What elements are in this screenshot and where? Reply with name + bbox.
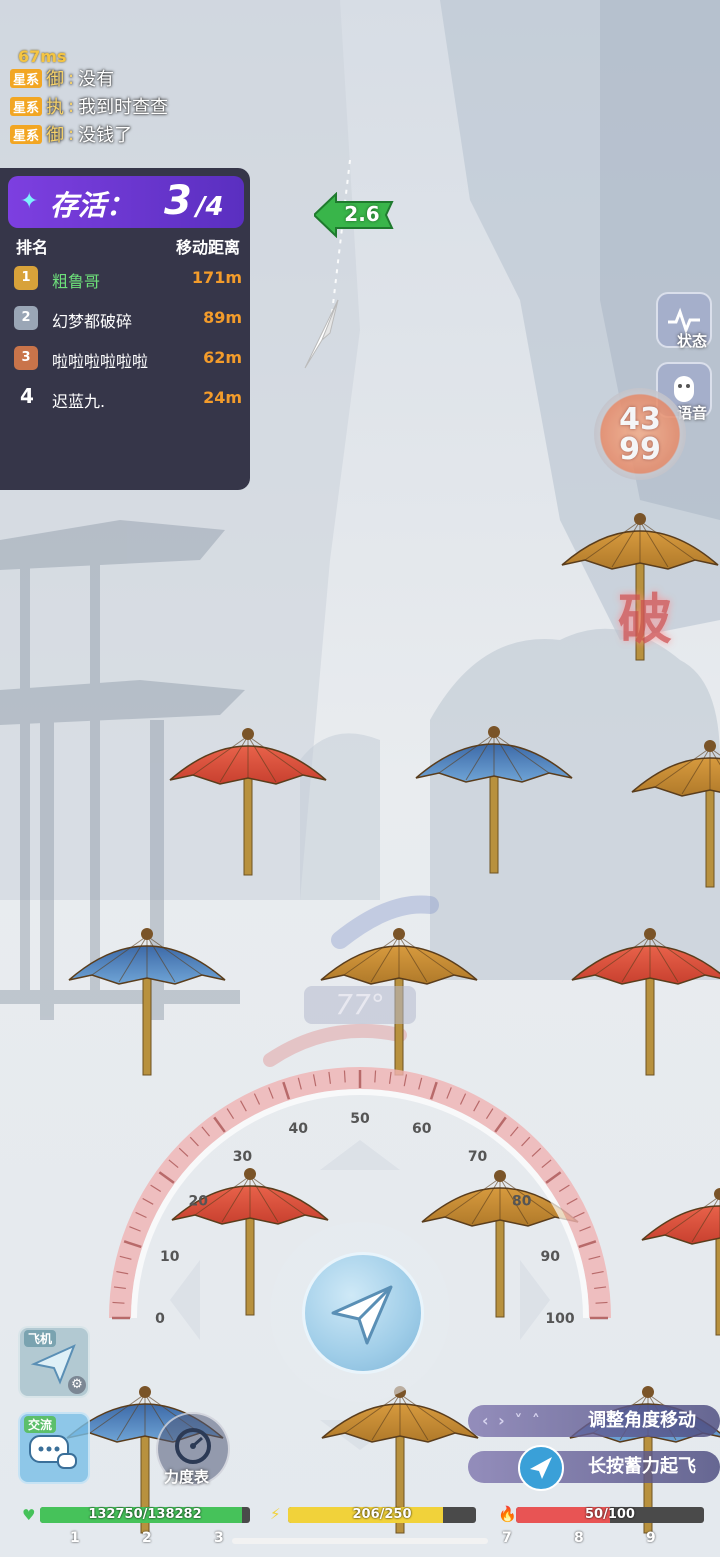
slot-bar: 1 2 3 7 8 9	[0, 1530, 720, 1557]
gauge-tick-label: 60	[412, 1121, 432, 1137]
rank-badge-icon: 1	[14, 266, 38, 290]
channel-tag: 星系	[10, 96, 43, 116]
player-name: 幻梦都破碎	[52, 312, 133, 331]
paper-plane-icon	[331, 1285, 393, 1345]
chat-separator: :	[68, 123, 75, 145]
launch-mini-icon	[518, 1445, 564, 1491]
gauge-tick-label: 80	[512, 1193, 532, 1209]
star-icon: ✦	[20, 189, 39, 214]
gauge-tick-label: 0	[155, 1311, 165, 1327]
player-distance: 89m	[203, 308, 242, 327]
chat-tab-label: 交流	[24, 1416, 57, 1433]
chat-bubble-icon	[29, 1435, 77, 1469]
player-name: 迟蓝九.	[52, 392, 106, 411]
rank-badge-icon: 2	[14, 306, 38, 330]
chat-button[interactable]: 交流	[18, 1412, 90, 1484]
plane-select-button[interactable]: 飞机 ⚙	[18, 1326, 90, 1398]
chat-sender: 执	[46, 97, 65, 118]
chat-message: 星系执: 我到时查查	[10, 94, 168, 118]
hold-hint: 长按蓄力起飞	[468, 1445, 720, 1491]
hp-text: 132750/138282	[88, 1507, 202, 1522]
channel-tag: 星系	[10, 124, 43, 144]
player-distance: 62m	[203, 348, 242, 367]
adjust-hint-text: 调整角度移动	[588, 1410, 696, 1431]
distance-marker-value: 2.6	[344, 202, 380, 226]
gauge-tick-label: 30	[233, 1149, 253, 1165]
home-indicator[interactable]	[232, 1538, 488, 1544]
survival-label: 存活：	[50, 189, 135, 222]
gauge-tick-label: 20	[188, 1193, 208, 1209]
lightning-icon: ⚡	[270, 1505, 281, 1523]
survival-total: /4	[196, 192, 224, 222]
rank-badge-icon: 3	[14, 346, 38, 370]
chat-message: 星系御: 没钱了	[10, 122, 132, 146]
chat-sender: 御	[46, 69, 65, 90]
energy-text: 206/250	[352, 1507, 412, 1522]
survival-header: ✦ 存活： 3 /4	[8, 176, 244, 228]
status-label: 状态	[677, 332, 708, 350]
slot-7[interactable]: 7	[502, 1530, 512, 1546]
direction-arrows-icon: ‹ › ˅ ˄	[482, 1411, 542, 1430]
chat-separator: :	[68, 67, 75, 89]
player-distance: 24m	[203, 388, 242, 407]
countdown-badge: 43 99	[594, 388, 686, 480]
player-name: 啦啦啦啦啦啦	[52, 352, 149, 371]
gauge-tick	[595, 1301, 608, 1304]
gauge-tick-label: 10	[160, 1249, 180, 1265]
col-distance: 移动距离	[175, 238, 240, 257]
rank-row: 2 幻梦都破碎 89m	[0, 298, 250, 338]
col-rank: 排名	[16, 238, 49, 257]
gauge-tick-label: 100	[545, 1311, 574, 1327]
gauge-tick-label: 40	[288, 1121, 308, 1137]
gauge-tick-label: 90	[540, 1249, 560, 1265]
survival-current: 3	[164, 178, 192, 224]
gauge-tick	[343, 1070, 346, 1083]
rank-row: 4 迟蓝九. 24m	[0, 378, 250, 418]
angle-readout: 77°	[304, 986, 416, 1024]
rank-number: 4	[20, 384, 34, 408]
slot-1[interactable]: 1	[70, 1530, 80, 1546]
gauge-tick-label: 70	[468, 1149, 488, 1165]
gear-icon[interactable]: ⚙	[68, 1376, 86, 1394]
slot-3[interactable]: 3	[214, 1530, 224, 1546]
chat-message: 星系御: 没有	[10, 66, 114, 90]
gauge-tick-label: 50	[350, 1111, 370, 1127]
survival-panel: ✦ 存活： 3 /4 排名 移动距离 1 粗鲁哥 171m 2 幻梦都破碎 89m 3 啦啦啦…	[0, 168, 250, 490]
chat-sender: 御	[46, 125, 65, 146]
chat-text: 没有	[78, 69, 115, 90]
gauge-tick	[374, 1070, 377, 1083]
launch-button[interactable]	[302, 1252, 424, 1374]
adjust-hint: ‹ › ˅ ˄ 调整角度移动	[468, 1405, 720, 1437]
ping-indicator: 67ms	[18, 47, 67, 66]
heart-icon: ♥	[22, 1506, 36, 1524]
slot-8[interactable]: 8	[574, 1530, 584, 1546]
chat-text: 我到时查查	[78, 97, 169, 118]
slot-2[interactable]: 2	[142, 1530, 152, 1546]
chat-text: 没钱了	[78, 125, 133, 146]
power-meter-label: 力度表	[164, 1468, 210, 1486]
rank-row: 1 粗鲁哥 171m	[0, 258, 250, 298]
flame-icon: 🔥	[498, 1505, 517, 1523]
slot-9[interactable]: 9	[646, 1530, 656, 1546]
break-indicator: 破	[618, 587, 672, 651]
gauge-tick	[112, 1301, 125, 1304]
player-name: 粗鲁哥	[52, 272, 101, 291]
distance-marker: 2.6	[312, 191, 396, 239]
channel-tag: 星系	[10, 68, 43, 88]
chat-separator: :	[68, 95, 75, 117]
hold-hint-text: 长按蓄力起飞	[588, 1456, 696, 1477]
counter-bottom: 99	[619, 432, 661, 467]
player-distance: 171m	[191, 268, 242, 287]
rank-row: 3 啦啦啦啦啦啦 62m	[0, 338, 250, 378]
rage-text: 50/100	[585, 1507, 635, 1522]
